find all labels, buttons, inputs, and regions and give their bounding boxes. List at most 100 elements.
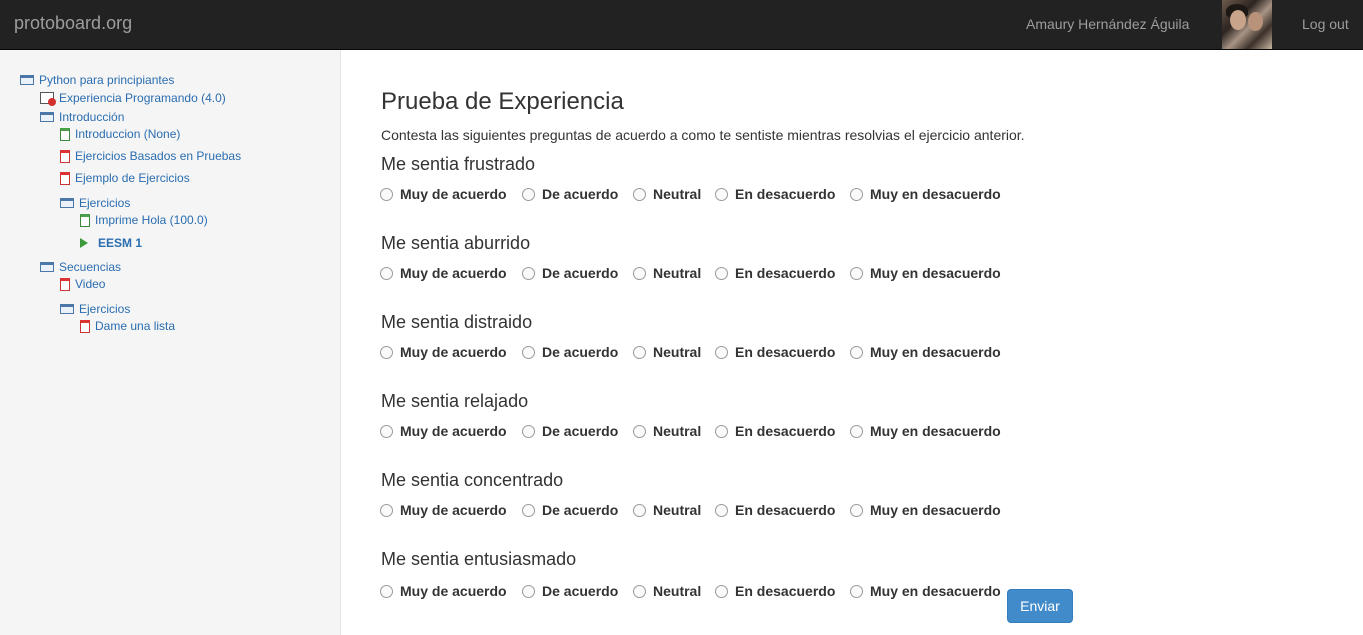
- likert-option[interactable]: De acuerdo: [522, 186, 618, 202]
- likert-option[interactable]: Neutral: [633, 583, 701, 599]
- likert-option[interactable]: Neutral: [633, 344, 701, 360]
- document-green-icon: [80, 213, 90, 227]
- likert-option[interactable]: Muy en desacuerdo: [850, 423, 1001, 439]
- likert-option[interactable]: Neutral: [633, 265, 701, 281]
- likert-option[interactable]: En desacuerdo: [715, 265, 835, 281]
- likert-option[interactable]: De acuerdo: [522, 265, 618, 281]
- sidebar-item-ejercicios-secuencias[interactable]: Ejercicios: [60, 302, 130, 316]
- avatar-face: [1248, 12, 1263, 31]
- page-title: Prueba de Experiencia: [381, 88, 624, 115]
- sidebar-item-video[interactable]: Video: [60, 277, 105, 291]
- likert-option[interactable]: Muy en desacuerdo: [850, 583, 1001, 599]
- likert-option[interactable]: De acuerdo: [522, 583, 618, 599]
- option-label: En desacuerdo: [735, 344, 836, 360]
- radio-button[interactable]: [380, 345, 393, 359]
- radio-button[interactable]: [380, 266, 393, 280]
- likert-option[interactable]: Muy de acuerdo: [380, 186, 507, 202]
- likert-option[interactable]: Muy de acuerdo: [380, 583, 507, 599]
- option-label: Muy en desacuerdo: [870, 423, 1001, 439]
- radio-button[interactable]: [633, 424, 646, 438]
- radio-button[interactable]: [522, 187, 535, 201]
- sidebar-item-introduccion-none[interactable]: Introduccion (None): [60, 127, 180, 141]
- radio-button[interactable]: [850, 584, 863, 598]
- radio-button[interactable]: [380, 584, 393, 598]
- radio-button[interactable]: [850, 266, 863, 280]
- likert-option[interactable]: De acuerdo: [522, 423, 618, 439]
- option-label: En desacuerdo: [735, 423, 836, 439]
- radio-button[interactable]: [522, 503, 535, 517]
- avatar[interactable]: [1222, 0, 1272, 49]
- radio-button[interactable]: [380, 424, 393, 438]
- likert-option[interactable]: Muy de acuerdo: [380, 502, 507, 518]
- radio-button[interactable]: [715, 424, 728, 438]
- user-name-link[interactable]: Amaury Hernández Águila: [1026, 16, 1189, 32]
- likert-option[interactable]: Neutral: [633, 502, 701, 518]
- sidebar-item-ejercicios-basados[interactable]: Ejercicios Basados en Pruebas: [60, 149, 241, 163]
- radio-button[interactable]: [522, 266, 535, 280]
- likert-option[interactable]: Muy en desacuerdo: [850, 186, 1001, 202]
- option-label: Muy de acuerdo: [400, 265, 507, 281]
- sidebar-item-label: Ejemplo de Ejercicios: [75, 171, 190, 185]
- sidebar-item-eesm-1[interactable]: EESM 1: [80, 236, 142, 250]
- radio-button[interactable]: [633, 266, 646, 280]
- question-title: Me sentia entusiasmado: [381, 549, 577, 569]
- likert-option[interactable]: Muy de acuerdo: [380, 423, 507, 439]
- sidebar-item-introduccion[interactable]: Introducción: [40, 110, 124, 124]
- radio-button[interactable]: [850, 187, 863, 201]
- question-title: Me sentia relajado: [381, 391, 529, 411]
- option-label: De acuerdo: [542, 186, 619, 202]
- brand-link[interactable]: protoboard.org: [14, 13, 132, 34]
- radio-button[interactable]: [633, 503, 646, 517]
- radio-button[interactable]: [522, 424, 535, 438]
- radio-button[interactable]: [522, 584, 535, 598]
- likert-option[interactable]: Neutral: [633, 186, 701, 202]
- likert-option[interactable]: Muy en desacuerdo: [850, 344, 1001, 360]
- radio-button[interactable]: [715, 266, 728, 280]
- option-label: Muy en desacuerdo: [870, 186, 1001, 202]
- radio-button[interactable]: [633, 187, 646, 201]
- radio-button[interactable]: [850, 503, 863, 517]
- option-label: Neutral: [653, 344, 702, 360]
- option-label: Muy de acuerdo: [400, 344, 507, 360]
- radio-button[interactable]: [715, 187, 728, 201]
- sidebar-item-ejercicios[interactable]: Ejercicios: [60, 196, 130, 210]
- logout-link[interactable]: Log out: [1302, 16, 1349, 32]
- likert-option[interactable]: Muy de acuerdo: [380, 265, 507, 281]
- radio-button[interactable]: [715, 345, 728, 359]
- likert-option[interactable]: En desacuerdo: [715, 344, 835, 360]
- likert-option[interactable]: Muy en desacuerdo: [850, 502, 1001, 518]
- likert-option[interactable]: Muy en desacuerdo: [850, 265, 1001, 281]
- option-label: En desacuerdo: [735, 583, 836, 599]
- folder-icon: [60, 304, 74, 314]
- likert-option[interactable]: En desacuerdo: [715, 583, 835, 599]
- sidebar-item-imprime-hola[interactable]: Imprime Hola (100.0): [80, 213, 208, 227]
- sidebar-item-dame-una-lista[interactable]: Dame una lista: [80, 319, 175, 333]
- option-label: De acuerdo: [542, 423, 619, 439]
- likert-option[interactable]: De acuerdo: [522, 344, 618, 360]
- document-red-icon: [60, 277, 70, 291]
- likert-option[interactable]: En desacuerdo: [715, 502, 835, 518]
- sidebar-item-ejemplo-de-ejercicios[interactable]: Ejemplo de Ejercicios: [60, 171, 190, 185]
- likert-option[interactable]: De acuerdo: [522, 502, 618, 518]
- document-green-icon: [60, 127, 70, 141]
- radio-button[interactable]: [850, 424, 863, 438]
- sidebar-item-secuencias[interactable]: Secuencias: [40, 260, 121, 274]
- sidebar-item-experiencia-programando[interactable]: Experiencia Programando (4.0): [40, 91, 226, 106]
- top-navbar: protoboard.org Amaury Hernández Águila L…: [0, 0, 1363, 50]
- option-label: Neutral: [653, 423, 702, 439]
- submit-button[interactable]: Enviar: [1007, 589, 1073, 623]
- radio-button[interactable]: [522, 345, 535, 359]
- radio-button[interactable]: [715, 503, 728, 517]
- option-label: De acuerdo: [542, 344, 619, 360]
- likert-option[interactable]: En desacuerdo: [715, 423, 835, 439]
- likert-option[interactable]: En desacuerdo: [715, 186, 835, 202]
- radio-button[interactable]: [715, 584, 728, 598]
- radio-button[interactable]: [850, 345, 863, 359]
- radio-button[interactable]: [380, 187, 393, 201]
- sidebar-item-python-para-principiantes[interactable]: Python para principiantes: [20, 73, 174, 87]
- radio-button[interactable]: [633, 584, 646, 598]
- radio-button[interactable]: [633, 345, 646, 359]
- likert-option[interactable]: Muy de acuerdo: [380, 344, 507, 360]
- radio-button[interactable]: [380, 503, 393, 517]
- likert-option[interactable]: Neutral: [633, 423, 701, 439]
